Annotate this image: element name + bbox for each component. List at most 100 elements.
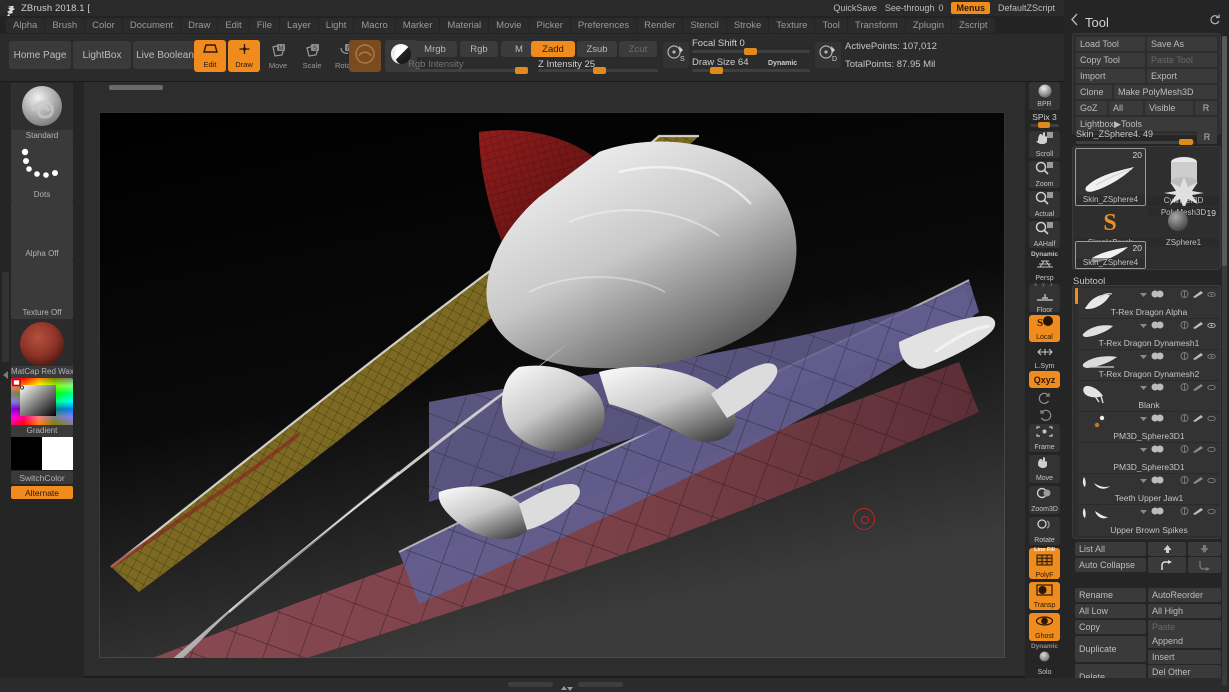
alternate-button[interactable]: Alternate: [11, 486, 73, 499]
color-swatches[interactable]: [11, 437, 73, 470]
local-symmetry-button[interactable]: L.Sym: [1029, 345, 1060, 370]
menu-item-material[interactable]: Material: [440, 17, 489, 33]
rename-button[interactable]: Rename: [1075, 588, 1146, 602]
default-zscript-label[interactable]: DefaultZScript: [998, 3, 1055, 13]
scroll-button[interactable]: Scroll: [1029, 131, 1060, 158]
export-button[interactable]: Export: [1147, 69, 1217, 83]
subtool-row-icons[interactable]: [1139, 445, 1216, 453]
quicksave-button[interactable]: QuickSave: [833, 3, 877, 13]
spix-knob[interactable]: [1038, 122, 1050, 128]
draw-button[interactable]: Draw: [228, 40, 260, 72]
subtool-row-icons[interactable]: [1139, 507, 1216, 515]
all-button[interactable]: All: [1109, 101, 1143, 115]
tool-thumb-skin-zsphere4-a[interactable]: 20 Skin_ZSphere4: [1075, 148, 1146, 206]
solo-button[interactable]: Solo: [1029, 651, 1060, 676]
menu-item-render[interactable]: Render: [637, 17, 683, 33]
back-chevron-icon[interactable]: [1070, 13, 1079, 31]
focal-shift-knob[interactable]: [744, 48, 757, 55]
move-button[interactable]: M Move: [262, 40, 294, 72]
menu-item-marker[interactable]: Marker: [395, 17, 440, 33]
stroke-selector[interactable]: Dots: [11, 142, 73, 201]
texture-selector[interactable]: Texture Off: [11, 260, 73, 319]
color-wheel-thumb[interactable]: [11, 378, 73, 425]
bottom-grip-right[interactable]: [578, 682, 623, 687]
menu-item-preferences[interactable]: Preferences: [570, 17, 637, 33]
zoom-button[interactable]: Zoom: [1029, 161, 1060, 188]
home-page-button[interactable]: Home Page: [9, 41, 71, 69]
menu-item-macro[interactable]: Macro: [354, 17, 395, 33]
rgb-intensity-knob[interactable]: [515, 67, 528, 74]
rgb-intensity-slider[interactable]: Rgb Intensity: [408, 59, 528, 74]
list-all-button[interactable]: List All: [1075, 542, 1146, 556]
all-low-button[interactable]: All Low: [1075, 604, 1146, 618]
menu-item-transform[interactable]: Transform: [847, 17, 905, 33]
transform-prev-icon[interactable]: [1029, 391, 1060, 409]
subtool-row-icons[interactable]: [1139, 352, 1216, 360]
menu-item-texture[interactable]: Texture: [769, 17, 815, 33]
subtool-row-trex-dragon-dynamesh1[interactable]: T-Rex Dragon Dynamesh1: [1078, 319, 1220, 350]
import-button[interactable]: Import: [1076, 69, 1145, 83]
zadd-button[interactable]: Zadd: [531, 41, 575, 57]
menu-item-document[interactable]: Document: [122, 17, 181, 33]
focal-shift-slider[interactable]: Focal Shift 0: [692, 38, 810, 55]
clone-button[interactable]: Clone: [1076, 85, 1112, 99]
subtool-row-icons[interactable]: [1139, 414, 1216, 422]
menu-item-zplugin[interactable]: Zplugin: [905, 17, 951, 33]
ghost-button[interactable]: Ghost: [1029, 613, 1060, 641]
aahalf-button[interactable]: AAHalf: [1029, 221, 1060, 248]
zcut-button[interactable]: Zcut: [619, 41, 657, 57]
canvas-area[interactable]: [84, 82, 1025, 676]
subtool-row-trex-dragon-dynamesh2[interactable]: T-Rex Dragon Dynamesh2: [1078, 350, 1220, 381]
material-selector[interactable]: MatCap Red Wax: [11, 319, 73, 378]
menu-item-movie[interactable]: Movie: [489, 17, 529, 33]
reset-icon[interactable]: [1209, 13, 1221, 31]
color-picker[interactable]: Gradient: [11, 378, 73, 437]
menu-item-light[interactable]: Light: [318, 17, 354, 33]
menu-item-zscript[interactable]: Zscript: [952, 17, 995, 33]
copy-button[interactable]: Copy: [1075, 620, 1146, 634]
subtool-rows[interactable]: T-Rex Dragon Alpha T-Rex Dragon Dynamesh…: [1078, 288, 1220, 536]
t-rex-dragon-viewport[interactable]: [99, 112, 1005, 658]
live-boolean-button[interactable]: Live Boolean: [133, 41, 197, 69]
scale-button[interactable]: S Scale: [296, 40, 328, 72]
zsub-button[interactable]: Zsub: [577, 41, 617, 57]
menu-item-color[interactable]: Color: [85, 17, 122, 33]
merge-down-button[interactable]: [1188, 557, 1221, 573]
left-tray-grip[interactable]: [2, 272, 9, 362]
subtool-row-icons[interactable]: [1139, 383, 1216, 391]
primary-color-swatch[interactable]: [11, 437, 42, 470]
menus-toggle-button[interactable]: Menus: [951, 2, 990, 14]
rgb-button[interactable]: Rgb: [460, 41, 498, 57]
menu-item-alpha[interactable]: Alpha: [6, 17, 45, 33]
append-button[interactable]: Append: [1148, 634, 1221, 648]
tool-thumb-skin-zsphere4-b[interactable]: 20 Skin_ZSphere4: [1075, 241, 1146, 269]
subtool-row-pm3d-sphere3d1-b[interactable]: PM3D_Sphere3D1: [1078, 443, 1220, 474]
focal-shift-group-button[interactable]: S: [663, 42, 689, 68]
menu-item-brush[interactable]: Brush: [45, 17, 85, 33]
current-tool-r-button[interactable]: R: [1197, 130, 1217, 144]
move-up-button[interactable]: [1148, 542, 1186, 556]
mrgb-button[interactable]: Mrgb: [413, 41, 457, 57]
menu-item-file[interactable]: File: [249, 17, 280, 33]
bpr-render-button[interactable]: BPR: [1029, 82, 1060, 110]
subtool-row-icons[interactable]: [1139, 476, 1216, 484]
subtool-row-pm3d-sphere3d1-a[interactable]: PM3D_Sphere3D1: [1078, 412, 1220, 443]
current-tool-knob[interactable]: [1179, 139, 1193, 145]
frame-button[interactable]: Frame: [1029, 424, 1060, 452]
canvas-grip[interactable]: [109, 85, 163, 90]
auto-reorder-button[interactable]: AutoReorder: [1148, 588, 1221, 602]
paste-button[interactable]: Paste: [1148, 620, 1221, 634]
perspective-button[interactable]: Persp: [1029, 258, 1060, 282]
lightbox-button[interactable]: LightBox: [73, 41, 131, 69]
dynamic-label[interactable]: Dynamic: [768, 60, 797, 67]
zoom3d-button[interactable]: Zoom3D: [1029, 486, 1060, 514]
dynamic-mode-button[interactable]: D: [815, 42, 841, 68]
make-polymesh3d-button[interactable]: Make PolyMesh3D: [1114, 85, 1217, 99]
polyframe-button[interactable]: Line Fill PolyF: [1029, 547, 1060, 579]
all-high-button[interactable]: All High: [1148, 604, 1221, 618]
local-button[interactable]: S Local: [1029, 315, 1060, 342]
transparency-button[interactable]: Transp: [1029, 582, 1060, 610]
floor-button[interactable]: x y z Floor: [1029, 282, 1060, 314]
spix-label[interactable]: SPix 3: [1029, 112, 1060, 122]
paste-tool-button[interactable]: Paste Tool: [1147, 53, 1217, 67]
